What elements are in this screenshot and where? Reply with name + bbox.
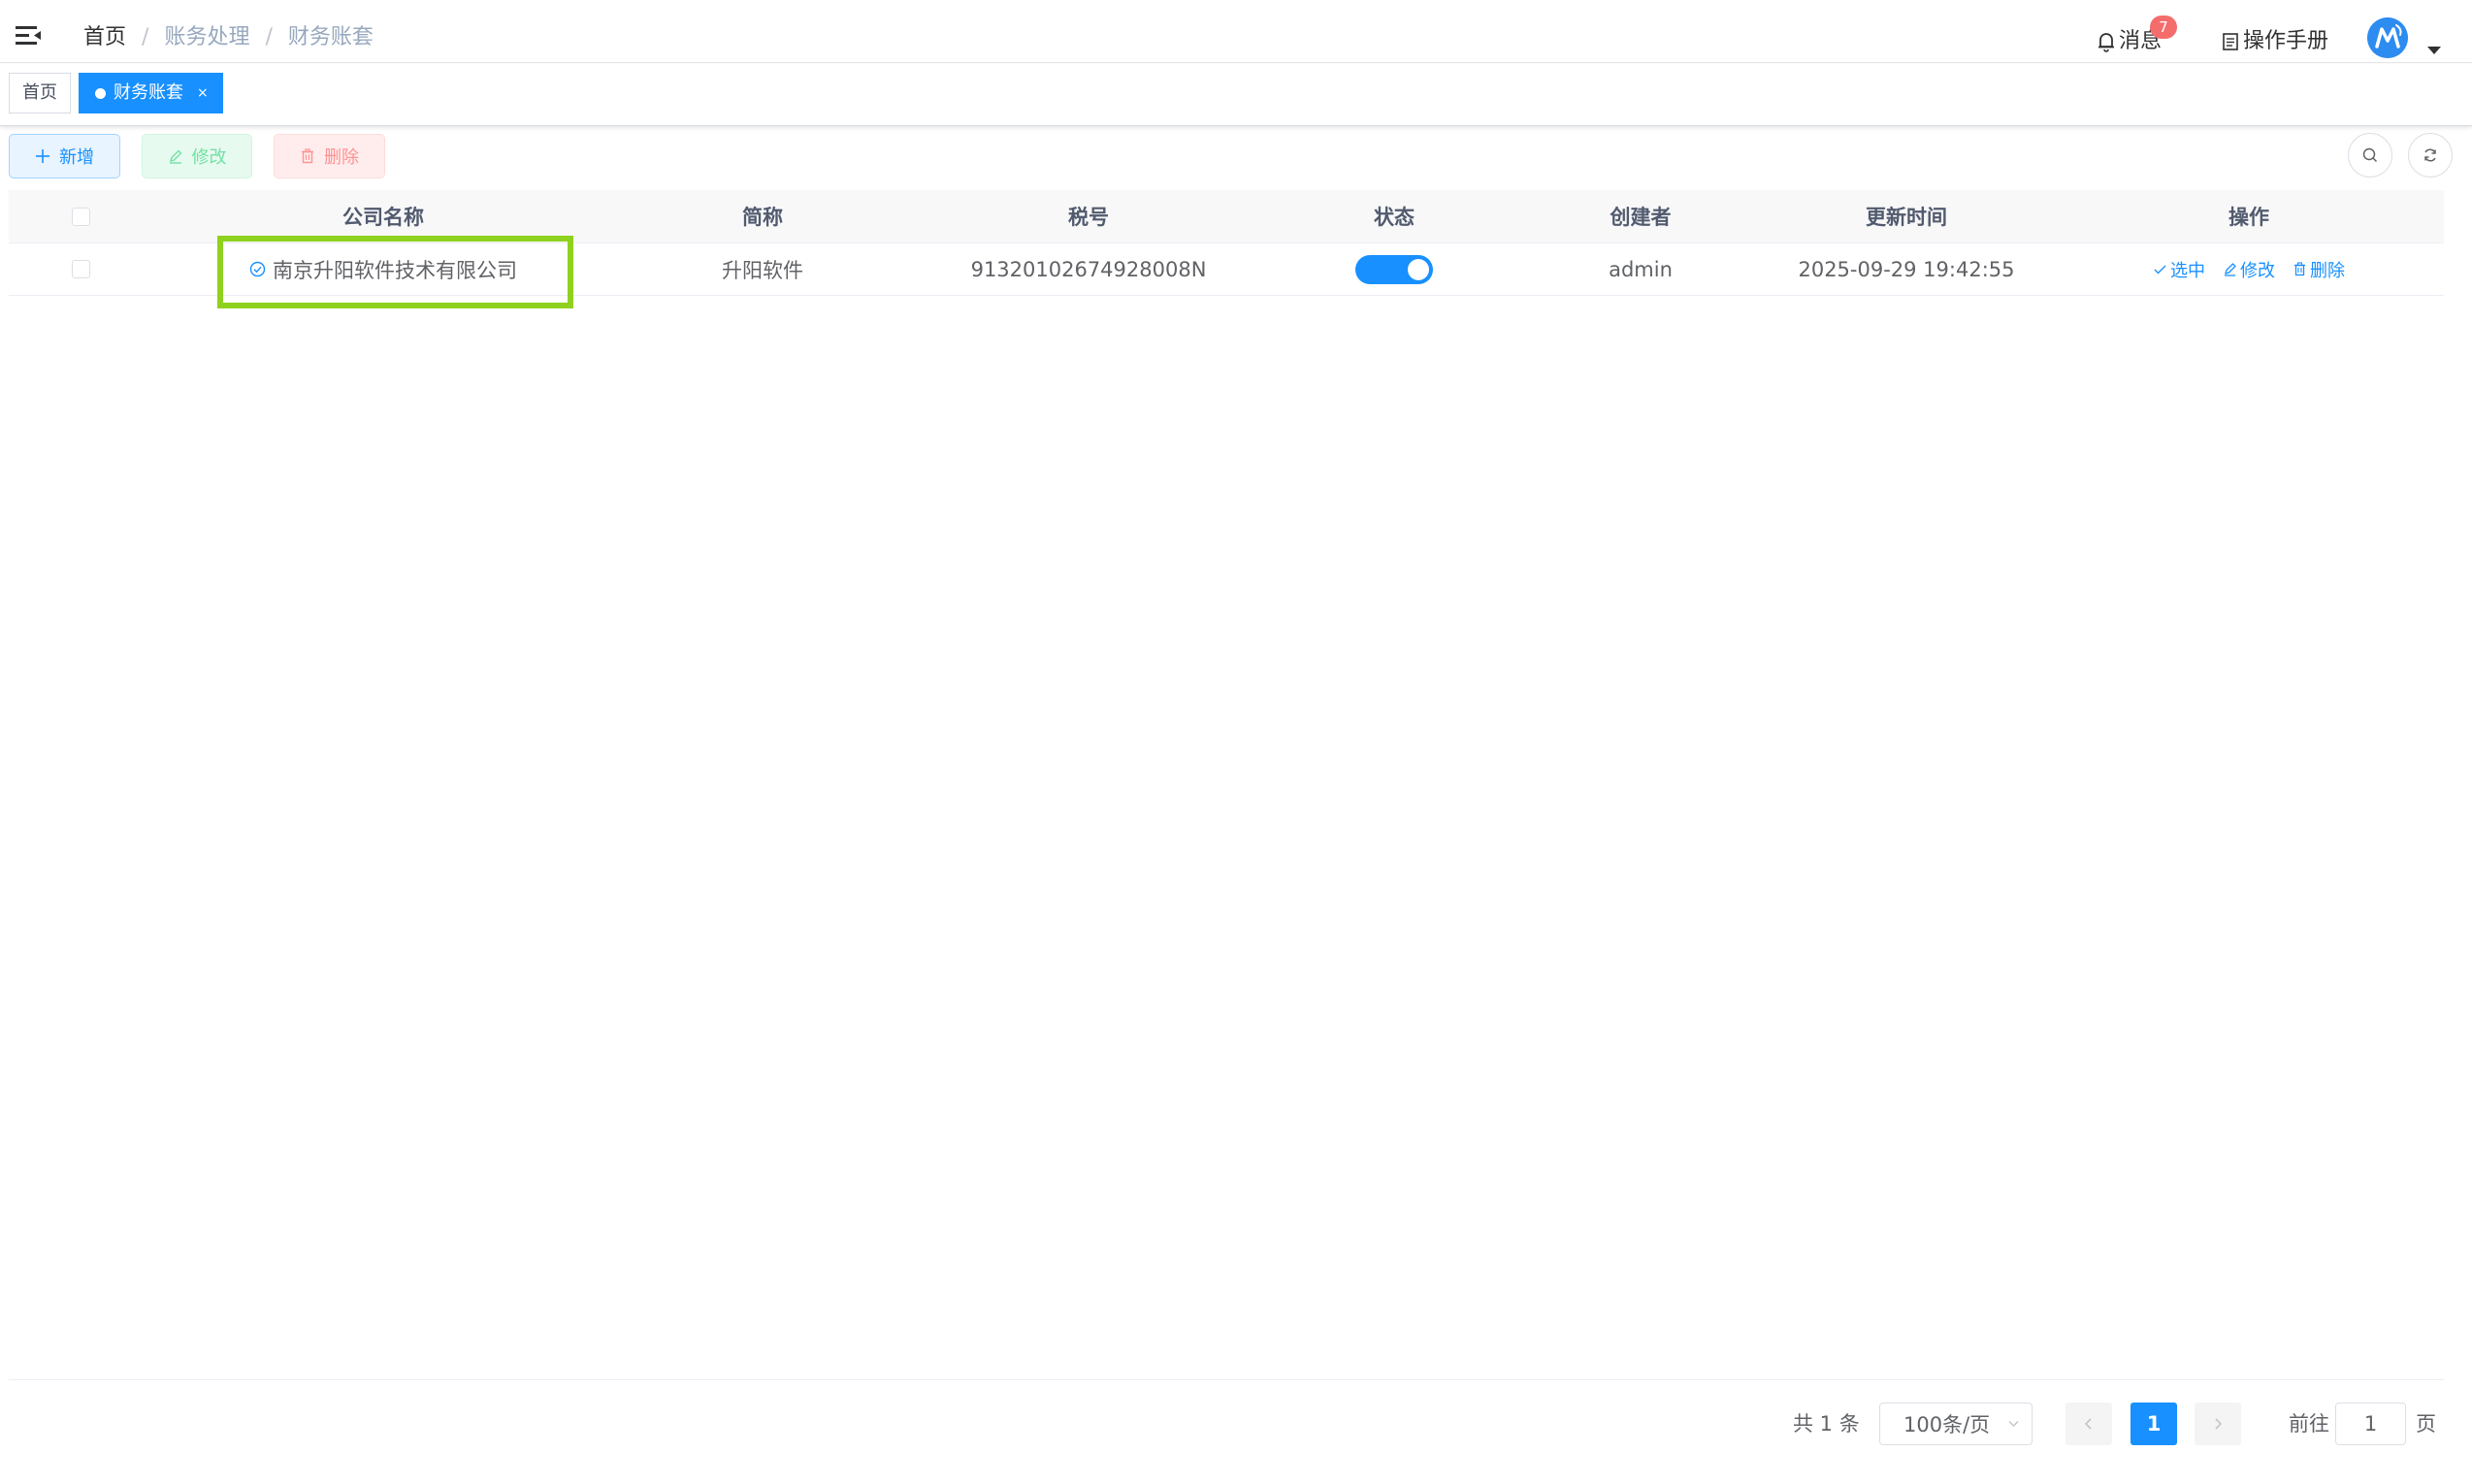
tags-view: 首页 财务账套 × (0, 64, 2472, 126)
column-header-status: 状态 (1374, 206, 1415, 229)
pagination-total: 共 1 条 (1793, 1412, 1860, 1436)
row-select-label: 选中 (2170, 260, 2205, 281)
close-icon[interactable]: × (197, 74, 209, 113)
search-icon (2362, 147, 2378, 163)
breadcrumb-item-accounting: 账务处理 (164, 25, 250, 49)
tag-ledger[interactable]: 财务账套 × (79, 73, 223, 113)
row-select-cell (9, 243, 152, 295)
tag-home-label: 首页 (22, 82, 57, 103)
actions-cell: 选中 修改 删除 (2054, 243, 2444, 295)
goto-page-input[interactable] (2335, 1403, 2406, 1445)
breadcrumb: 首页 / 账务处理 / 财务账套 (83, 21, 374, 54)
edit-icon (2225, 263, 2236, 276)
add-button-label: 新增 (59, 147, 94, 168)
user-avatar[interactable] (2367, 17, 2408, 58)
manual-button[interactable]: 操作手册 (2222, 25, 2328, 58)
active-dot-icon (95, 87, 106, 99)
footer-divider (9, 1379, 2444, 1380)
creator-cell: admin (1609, 257, 1673, 281)
row-edit-button[interactable]: 修改 (2223, 257, 2275, 282)
document-icon (2223, 33, 2238, 50)
row-checkbox[interactable] (71, 260, 90, 278)
column-header-company-name: 公司名称 (342, 206, 424, 229)
next-page-button[interactable] (2195, 1403, 2241, 1445)
select-all-cell (9, 190, 152, 242)
page-suffix-label: 页 (2416, 1412, 2436, 1436)
row-delete-label: 删除 (2310, 260, 2345, 281)
switch-knob (1408, 258, 1429, 280)
column-header-abbreviation: 简称 (742, 206, 783, 229)
chevron-right-icon (2215, 1418, 2223, 1430)
column-header-updated-at: 更新时间 (1866, 206, 1947, 229)
edit-icon (169, 149, 181, 164)
bell-icon (2098, 33, 2114, 52)
updated-at-cell: 2025-09-29 19:42:55 (1798, 257, 2015, 281)
breadcrumb-item-ledger: 财务账套 (287, 25, 374, 49)
row-edit-label: 修改 (2240, 260, 2275, 281)
messages-badge: 7 (2150, 16, 2177, 39)
page-number-button[interactable]: 1 (2130, 1403, 2177, 1445)
tag-home[interactable]: 首页 (9, 73, 71, 113)
page-size-value: 100条/页 (1903, 1413, 1991, 1436)
plus-icon (36, 149, 49, 163)
abbreviation-cell: 升阳软件 (722, 258, 803, 282)
edit-button[interactable]: 修改 (142, 134, 252, 178)
add-button[interactable]: 新增 (9, 134, 120, 178)
manual-label: 操作手册 (2243, 29, 2329, 53)
company-name: 南京升阳软件技术有限公司 (273, 258, 517, 282)
column-header-creator: 创建者 (1610, 206, 1672, 229)
delete-button[interactable]: 删除 (274, 134, 385, 178)
table-row: 南京升阳软件技术有限公司 升阳软件 91320102674928008N adm… (9, 243, 2444, 296)
chevron-down-icon (2008, 1421, 2019, 1427)
check-icon (2154, 265, 2166, 274)
tax-id-cell: 91320102674928008N (970, 257, 1207, 281)
breadcrumb-separator: / (142, 25, 149, 49)
table-header: 公司名称 简称 税号 状态 创建者 更新时间 操作 (9, 190, 2444, 243)
row-select-button[interactable]: 选中 (2153, 257, 2205, 282)
delete-button-label: 删除 (324, 147, 359, 168)
user-menu-caret-icon[interactable] (2427, 47, 2441, 54)
ledger-table: 公司名称 简称 税号 状态 创建者 更新时间 操作 南京升阳软件技术有限公司 升… (9, 190, 2444, 296)
chevron-left-icon (2084, 1418, 2092, 1430)
select-all-checkbox[interactable] (71, 207, 90, 226)
company-name-cell[interactable]: 南京升阳软件技术有限公司 (152, 243, 614, 295)
status-switch[interactable] (1355, 254, 1433, 284)
trash-icon (302, 148, 313, 164)
status-cell (1266, 243, 1522, 295)
page-size-select[interactable]: 100条/页 (1879, 1403, 2033, 1445)
avatar-logo-icon (2367, 17, 2408, 58)
circle-check-icon (249, 261, 266, 277)
column-header-actions: 操作 (2228, 206, 2269, 229)
breadcrumb-item-home[interactable]: 首页 (83, 21, 126, 54)
breadcrumb-separator: / (265, 25, 273, 49)
trash-icon (2294, 262, 2305, 276)
goto-label: 前往 (2289, 1412, 2329, 1436)
column-header-tax-id: 税号 (1068, 206, 1109, 229)
refresh-button[interactable] (2408, 133, 2453, 177)
prev-page-button[interactable] (2065, 1403, 2112, 1445)
hamburger-icon[interactable] (14, 23, 43, 48)
tag-ledger-label: 财务账套 (114, 82, 183, 103)
refresh-icon (2424, 148, 2436, 162)
navbar: 首页 / 账务处理 / 财务账套 消息 7 操作手册 (0, 0, 2472, 63)
row-delete-button[interactable]: 删除 (2293, 257, 2345, 282)
edit-button-label: 修改 (191, 147, 227, 168)
toggle-search-button[interactable] (2348, 133, 2392, 177)
